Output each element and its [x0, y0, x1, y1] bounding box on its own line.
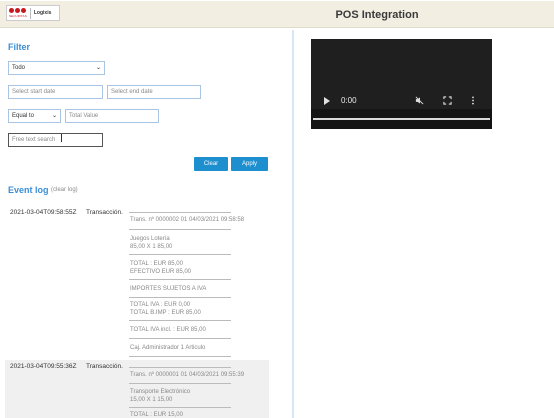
app-header: SECURITAS Logixis POS Integration	[0, 0, 554, 28]
receipt-divider	[129, 356, 231, 357]
receipt-line: TOTAL IVA incl. : EUR 85,00	[130, 327, 206, 333]
apply-button[interactable]: Apply	[231, 157, 268, 171]
video-progress-bar[interactable]	[313, 118, 490, 120]
type-select-value: Todo	[12, 65, 26, 71]
text-cursor-icon	[61, 134, 62, 142]
receipt-line: TOTAL : EUR 15,00	[130, 412, 183, 418]
receipt-divider	[129, 367, 231, 368]
log-entry-label: Transacción.	[86, 209, 123, 216]
panel-divider	[292, 30, 294, 418]
receipt-line: Trans. nº 0000002 01 04/03/2021 09:58:58	[130, 217, 245, 223]
page-title: POS Integration	[335, 9, 419, 21]
filter-heading: Filter	[8, 42, 31, 52]
event-log-heading: Event log	[8, 185, 49, 195]
log-entry-timestamp: 2021-03-04T09:58:55Z	[10, 209, 77, 216]
log-entry-timestamp: 2021-03-04T09:55:36Z	[10, 363, 77, 370]
receipt-divider	[129, 297, 231, 298]
mute-icon[interactable]	[415, 96, 424, 108]
receipt-divider	[129, 320, 231, 321]
receipt-line: Transporte Electrónico	[130, 389, 191, 395]
fullscreen-icon[interactable]	[443, 96, 452, 108]
receipt-divider	[129, 279, 231, 280]
receipt-line: Caj. Administrador 1 Articulo	[130, 345, 206, 351]
receipt-line: 85,00 X 1 85,00	[130, 244, 173, 250]
chevron-down-icon: ⌄	[95, 65, 101, 71]
total-value-input[interactable]: Total Value	[65, 109, 159, 123]
free-text-search-input[interactable]: Free text search	[8, 133, 103, 147]
receipt-line: TOTAL B.IMP : EUR 85,00	[130, 310, 201, 316]
video-player[interactable]: 0:00	[311, 39, 492, 129]
play-icon[interactable]	[324, 97, 330, 105]
receipt-line: TOTAL : EUR 85,00	[130, 261, 183, 267]
operator-select[interactable]: Equal to ⌄	[8, 109, 61, 123]
start-date-input[interactable]: Select start date	[8, 85, 103, 99]
receipt-divider	[129, 338, 231, 339]
receipt-line: TOTAL IVA : EUR 0,00	[130, 302, 191, 308]
chevron-down-icon: ⌄	[51, 113, 57, 119]
end-date-input[interactable]: Select end date	[107, 85, 201, 99]
receipt-line: EFECTIVO EUR 85,00	[130, 269, 192, 275]
receipt-line: IMPORTES SUJETOS A IVA	[130, 286, 207, 292]
receipt-line: 15,00 X 1 15,00	[130, 397, 173, 403]
more-options-icon[interactable]	[471, 96, 475, 108]
receipt-divider	[129, 383, 231, 384]
clear-button[interactable]: Clear	[194, 157, 228, 171]
receipt-divider	[129, 229, 231, 230]
receipt-divider	[129, 407, 231, 408]
log-entry-label: Transacción.	[86, 363, 123, 370]
receipt-line: Juegos Lotería	[130, 236, 170, 242]
receipt-divider	[129, 254, 231, 255]
receipt-divider	[129, 212, 231, 213]
clear-log-link[interactable]: (clear log)	[51, 187, 78, 193]
video-time: 0:00	[341, 96, 357, 105]
operator-select-value: Equal to	[12, 113, 35, 119]
type-select[interactable]: Todo ⌄	[8, 61, 105, 75]
receipt-line: Trans. nº 0000001 01 04/03/2021 09:55:39	[130, 372, 245, 378]
